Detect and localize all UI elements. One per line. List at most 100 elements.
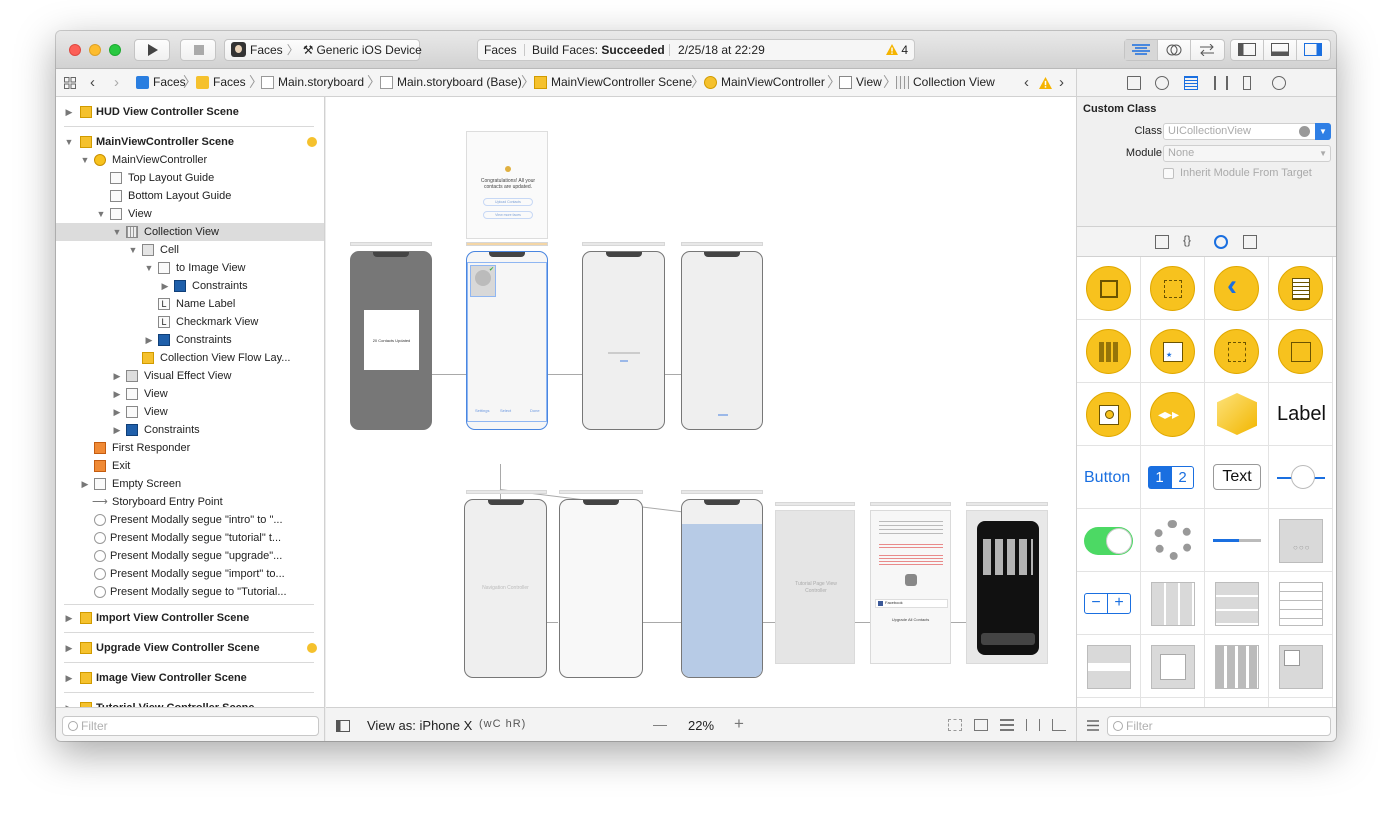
outline-row[interactable]: ⟶ Storyboard Entry Point [56,493,324,511]
crumb-scene[interactable]: MainViewController Scene [534,69,692,96]
collection-reusable-view-object[interactable] [1077,698,1141,707]
crumb-view[interactable]: View [839,69,882,96]
pin-icon[interactable] [1026,719,1040,731]
crumb-storyboard-base[interactable]: Main.storyboard (Base) [380,69,522,96]
back-button[interactable]: ‹ [90,69,95,96]
outline-row[interactable]: Present Modally segue to "Tutorial... [56,583,324,601]
outline-row[interactable]: ▼ MainViewController Scene [56,133,324,151]
disclosure-triangle-icon[interactable]: ▶ [112,421,122,439]
identity-inspector-icon[interactable] [1184,76,1198,90]
collection-view-controller-object[interactable] [1077,320,1141,383]
outline-row[interactable]: ▶Tutorial View Controller Scene [56,699,324,707]
button-object[interactable]: Button [1077,446,1141,509]
disclosure-triangle-icon[interactable]: ▶ [64,639,74,657]
scene-success[interactable]: Congratulations! All your contacts are u… [466,131,548,239]
outline-row[interactable]: Bottom Layout Guide [56,187,324,205]
version-editor-button[interactable] [1191,40,1224,60]
done-button[interactable]: Done [530,408,540,413]
disclosure-triangle-icon[interactable]: ▼ [128,241,138,259]
run-button[interactable] [134,39,170,61]
utilities-toggle-button[interactable] [1297,40,1330,60]
table-view-object[interactable] [1269,572,1333,635]
navigation-controller-object[interactable]: ‹ [1205,257,1269,320]
disclosure-triangle-icon[interactable]: ▼ [144,259,154,277]
disclosure-triangle-icon[interactable]: ▶ [144,331,154,349]
scene-home-screen[interactable] [966,510,1048,664]
outline-row[interactable]: ▶ HUD View Controller Scene [56,103,324,121]
outline-row[interactable]: Present Modally segue "import" to... [56,565,324,583]
disclosure-triangle-icon[interactable]: ▶ [80,475,90,493]
upgrade-contacts-button[interactable]: Upgrade All Contacts [871,617,950,622]
split-view-controller-object[interactable] [1205,320,1269,383]
outline-row[interactable]: First Responder [56,439,324,457]
list-view-icon[interactable] [1087,720,1099,731]
disclosure-triangle-icon[interactable]: ▶ [112,403,122,421]
scroll-view-object[interactable] [1205,698,1269,707]
scene-upgrade[interactable] [681,251,763,430]
chevron-down-icon[interactable]: ▼ [1319,146,1327,161]
arrow-circle-icon[interactable] [1299,126,1310,137]
table-view-controller-object[interactable] [1269,257,1333,320]
crumb-folder[interactable]: Faces [196,69,246,96]
storyboard-canvas[interactable]: Congratulations! All your contacts are u… [326,97,1076,707]
media-library-icon[interactable] [1243,235,1257,249]
scene-hud[interactable]: 20 Contacts Updated [350,251,432,430]
navigator-toggle-button[interactable] [1231,40,1264,60]
upload-contacts-button[interactable]: Upload Contacts [483,198,533,206]
outline-row[interactable]: ▶ Import View Controller Scene [56,609,324,627]
object-library-icon[interactable] [1214,235,1228,249]
size-inspector-icon[interactable] [1243,76,1251,90]
avkit-player-object[interactable]: ◂▸▸ [1141,383,1205,446]
label-object[interactable]: Label [1269,383,1333,446]
outline-row[interactable]: Top Layout Guide [56,169,324,187]
switch-object[interactable] [1077,509,1141,572]
disclosure-triangle-icon[interactable]: ▶ [64,699,74,707]
disclosure-triangle-icon[interactable]: ▼ [80,151,90,169]
grid-icon[interactable] [64,77,76,89]
inherit-checkbox[interactable] [1163,168,1174,179]
debug-toggle-button[interactable] [1264,40,1297,60]
outline-row[interactable]: ▶ Visual Effect View [56,367,324,385]
attributes-inspector-icon[interactable] [1214,76,1228,90]
scene-image-view[interactable] [681,499,763,678]
zoom-window-button[interactable] [109,44,121,56]
sidebar-toggle-icon[interactable] [336,720,350,732]
crumb-storyboard[interactable]: Main.storyboard [261,69,364,96]
crumb-collection-view[interactable]: Collection View [896,69,995,96]
outline-row[interactable]: Exit [56,457,324,475]
disclosure-triangle-icon[interactable]: ▶ [112,385,122,403]
view-controller-object[interactable] [1077,257,1141,320]
disclosure-triangle-icon[interactable]: ▼ [64,133,74,151]
disclosure-triangle-icon[interactable]: ▶ [64,103,74,121]
assistant-editor-button[interactable] [1158,40,1191,60]
view-as-label[interactable]: View as: iPhone X [367,718,472,733]
scene-navigation-controller[interactable]: Navigation Controller [464,499,547,678]
page-control-object[interactable]: ○○○ [1269,509,1333,572]
warning-badge[interactable]: 4 [886,40,908,60]
library-filter-input[interactable]: Filter [1107,716,1331,736]
code-snippet-icon[interactable]: {} [1183,233,1191,247]
scene-tutorial-page[interactable]: Tutorial Page View Controller [775,510,855,664]
outline-row-selected[interactable]: ▼ Collection View [56,223,324,241]
outline-row[interactable]: ▼ View [56,205,324,223]
outline-row[interactable]: Present Modally segue "tutorial" t... [56,529,324,547]
outline-row[interactable]: ▶ Upgrade View Controller Scene [56,639,324,657]
disclosure-triangle-icon[interactable]: ▶ [160,277,170,295]
outline-row[interactable]: Present Modally segue "intro" to "... [56,511,324,529]
editor-mode-control[interactable] [1124,39,1225,61]
outline-row[interactable]: ▼ to Image View [56,259,324,277]
vertical-stack-object[interactable] [1205,572,1269,635]
update-frames-icon[interactable] [948,719,962,731]
activity-indicator-object[interactable] [1141,509,1205,572]
outline-row[interactable]: ▶ Empty Screen [56,475,324,493]
outline-row[interactable]: ▶ Constraints [56,331,324,349]
disclosure-triangle-icon[interactable]: ▼ [112,223,122,241]
scene-import[interactable] [582,251,665,430]
settings-button[interactable]: Settings [475,408,489,413]
file-inspector-icon[interactable] [1127,76,1141,90]
scheme-selector[interactable]: Faces 〉 ⚒ Generic iOS Device [224,39,422,61]
text-field-object[interactable]: Text [1205,446,1269,509]
disclosure-triangle-icon[interactable]: ▶ [64,669,74,687]
stepper-object[interactable]: − + [1077,572,1141,635]
warning-icon[interactable] [1039,77,1052,89]
